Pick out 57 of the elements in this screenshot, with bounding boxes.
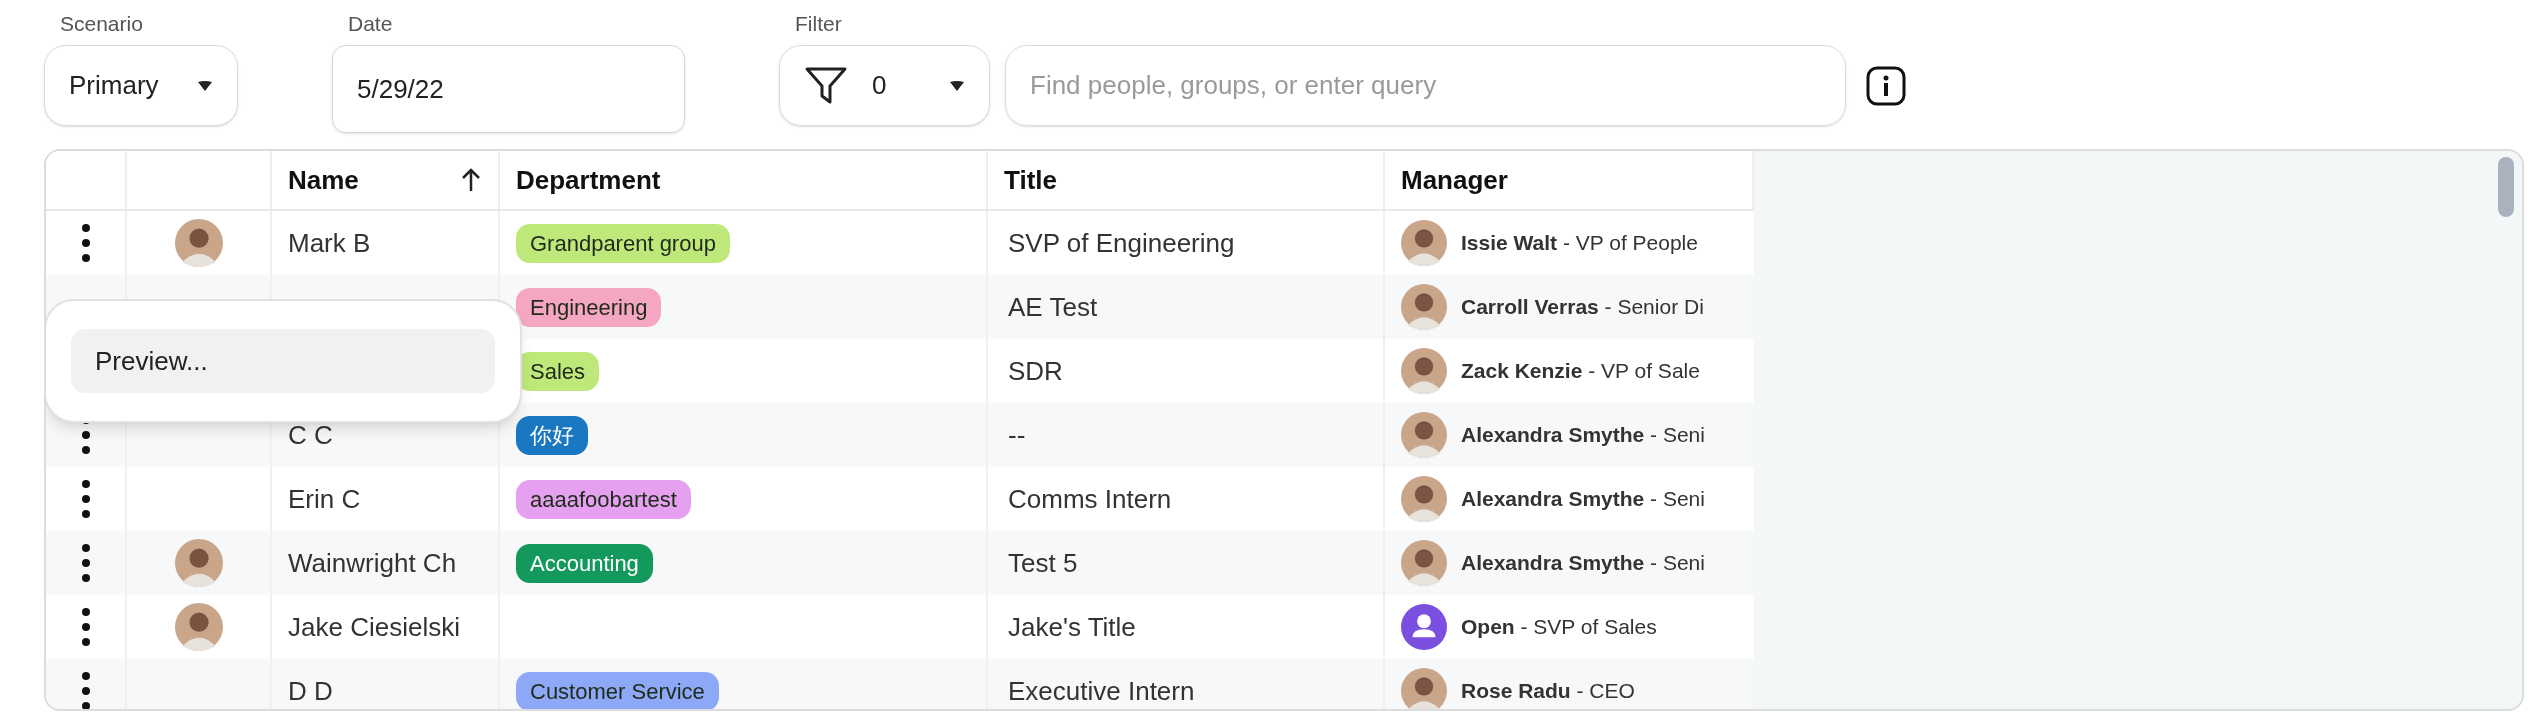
more-icon[interactable]: [80, 223, 91, 263]
table-cell-text: Test 5: [1008, 546, 1078, 580]
table-cell-text: Wainwright Ch: [288, 546, 457, 580]
table-cell-text: --: [1008, 418, 1026, 452]
table-cell-text: Jake Ciesielski: [288, 610, 460, 644]
avatar: [1401, 412, 1447, 458]
caret-icon: [197, 79, 213, 92]
field-label: Date: [348, 11, 394, 37]
person-icon: [1401, 604, 1447, 650]
more-icon[interactable]: [80, 543, 91, 583]
avatar: [1401, 220, 1447, 266]
table-cell-text: SDR: [1008, 354, 1063, 388]
table-cell-text: SVP of Engineering: [1008, 226, 1235, 260]
avatar: [1401, 476, 1447, 522]
manager-name: Carroll Verras - Senior Di: [1461, 294, 1704, 321]
manager-name: Issie Walt - VP of People: [1461, 230, 1698, 257]
more-icon[interactable]: [80, 671, 91, 709]
search-field[interactable]: Find people, groups, or enter query: [1005, 45, 1846, 126]
funnel-icon: [804, 65, 848, 106]
avatar: [1401, 348, 1447, 394]
table-cell-text: Mark B: [288, 226, 371, 260]
manager-name: Rose Radu - CEO: [1461, 678, 1635, 705]
department-tag: aaaafoobartest: [516, 479, 691, 519]
table-cell-text: D D: [288, 674, 333, 708]
department-tag: Engineering: [516, 287, 662, 327]
scrollbar-thumb[interactable]: [2498, 157, 2514, 217]
table-cell-text: C C: [288, 418, 333, 452]
manager-name: Open - SVP of Sales: [1461, 614, 1657, 641]
avatar: [1401, 540, 1447, 586]
column-header[interactable]: Title: [988, 151, 1385, 209]
table-cell-text: Jake's Title: [1008, 610, 1136, 644]
department-tag: Customer Service: [516, 671, 719, 709]
manager-name: Alexandra Smythe - Seni: [1461, 550, 1705, 577]
column-header[interactable]: Manager: [1385, 151, 1754, 209]
scenario-dropdown[interactable]: Primary: [44, 45, 238, 126]
department-tag: 你好: [516, 415, 588, 455]
manager-name: Alexandra Smythe - Seni: [1461, 486, 1705, 513]
table-cell-text: Erin C: [288, 482, 361, 516]
table-cell-text: Executive Intern: [1008, 674, 1195, 708]
table-cell-text: AE Test: [1008, 290, 1098, 324]
menu-item[interactable]: Preview...: [71, 329, 495, 393]
more-icon[interactable]: [80, 607, 91, 647]
department-tag: Accounting: [516, 543, 653, 583]
table-cell-text: Comms Intern: [1008, 482, 1172, 516]
info-icon[interactable]: [1866, 65, 1906, 106]
manager-name: Alexandra Smythe - Seni: [1461, 422, 1705, 449]
column-header[interactable]: Name: [272, 151, 500, 209]
more-icon[interactable]: [80, 479, 91, 519]
date-field[interactable]: 5/29/22: [332, 45, 685, 133]
department-tag: Grandparent group: [516, 223, 730, 263]
caret-icon: [949, 79, 965, 92]
field-label: Filter: [795, 11, 843, 37]
filter-button[interactable]: 0: [779, 45, 990, 126]
field-label: Scenario: [60, 11, 144, 37]
manager-name: Zack Kenzie - VP of Sale: [1461, 358, 1700, 385]
column-header[interactable]: Department: [500, 151, 988, 209]
avatar: [1401, 284, 1447, 330]
